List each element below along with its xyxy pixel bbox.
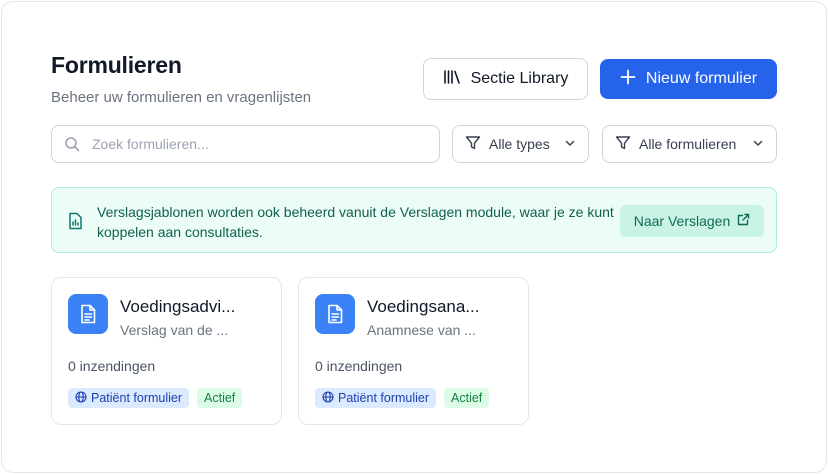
globe-icon bbox=[322, 390, 334, 406]
filter-icon bbox=[615, 135, 631, 154]
type-badge: Patiënt formulier bbox=[315, 388, 437, 408]
filter-icon bbox=[465, 135, 481, 154]
status-badge: Actief bbox=[197, 388, 243, 408]
plus-icon bbox=[620, 69, 636, 90]
go-to-reports-button[interactable]: Naar Verslagen bbox=[620, 205, 764, 237]
search-icon bbox=[64, 136, 80, 157]
type-filter-select[interactable]: Alle types bbox=[452, 125, 589, 163]
search-input[interactable] bbox=[92, 126, 432, 162]
status-badge: Actief bbox=[444, 388, 490, 408]
type-filter-label: Alle types bbox=[489, 136, 550, 152]
external-link-icon bbox=[737, 213, 750, 229]
go-to-reports-label: Naar Verslagen bbox=[633, 213, 731, 229]
form-filter-label: Alle formulieren bbox=[639, 136, 737, 152]
report-icon bbox=[67, 212, 83, 235]
form-card-description: Verslag van de ... bbox=[120, 322, 229, 338]
banner-text: Verslagsjablonen worden ook beheerd vanu… bbox=[97, 204, 614, 240]
library-icon bbox=[443, 69, 461, 90]
type-badge: Patiënt formulier bbox=[68, 388, 190, 408]
section-library-label: Sectie Library bbox=[470, 70, 569, 87]
form-card-title: Voedingsadvi... bbox=[120, 297, 236, 316]
page-title: Formulieren bbox=[51, 52, 182, 78]
form-filter-select[interactable]: Alle formulieren bbox=[602, 125, 777, 163]
form-card-submissions: 0 inzendingen bbox=[68, 358, 156, 374]
new-form-label: Nieuw formulier bbox=[645, 70, 758, 87]
form-card-description: Anamnese van ... bbox=[367, 322, 476, 338]
type-badge-label: Patiënt formulier bbox=[338, 391, 430, 405]
document-icon bbox=[68, 294, 108, 334]
form-card[interactable]: Voedingsana... Anamnese van ... 0 inzend… bbox=[298, 277, 529, 425]
reports-info-banner: Verslagsjablonen worden ook beheerd vanu… bbox=[51, 187, 777, 253]
form-card[interactable]: Voedingsadvi... Verslag van de ... 0 inz… bbox=[51, 277, 282, 425]
chevron-down-icon bbox=[564, 136, 576, 152]
new-form-button[interactable]: Nieuw formulier bbox=[600, 59, 777, 99]
document-icon bbox=[315, 294, 355, 334]
form-card-submissions: 0 inzendingen bbox=[315, 358, 403, 374]
chevron-down-icon bbox=[752, 136, 764, 152]
page-subtitle: Beheer uw formulieren en vragenlijsten bbox=[51, 89, 312, 106]
section-library-button[interactable]: Sectie Library bbox=[423, 58, 588, 100]
globe-icon bbox=[75, 390, 87, 406]
type-badge-label: Patiënt formulier bbox=[91, 391, 183, 405]
search-field[interactable] bbox=[51, 125, 440, 163]
form-card-title: Voedingsana... bbox=[367, 297, 480, 316]
